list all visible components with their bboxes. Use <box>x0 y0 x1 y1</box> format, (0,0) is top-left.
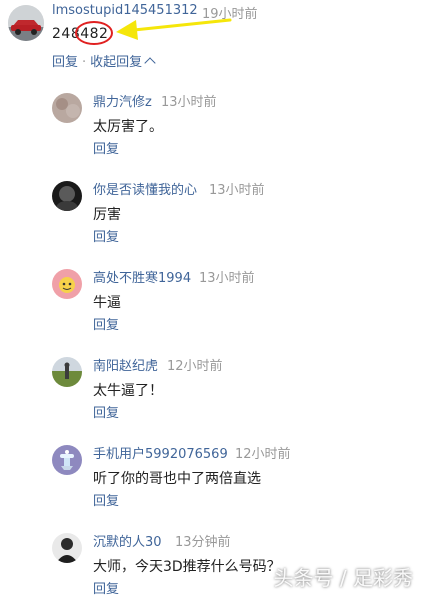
reply-username[interactable]: 沉默的人30 <box>93 531 162 550</box>
reply-item: 手机用户5992076569 12小时前 听了你的哥也中了两倍直选 回复 <box>0 432 423 520</box>
top-comment: lmsostupid145451312 19小时前 248482 回复 · 收起回复 <box>0 0 423 80</box>
reply-time: 13小时前 <box>209 183 265 198</box>
reply-avatar[interactable] <box>52 269 82 299</box>
reply-time: 13小时前 <box>161 95 217 110</box>
reply-text: 太厉害了。 <box>93 119 163 135</box>
watermark: 头条号 / 足彩秀 <box>273 566 413 590</box>
reply-username[interactable]: 手机用户5992076569 <box>93 443 228 462</box>
chevron-up-icon <box>144 57 156 69</box>
reply-username[interactable]: 鼎力汽修z <box>93 91 152 110</box>
comment-actions: 回复 · 收起回复 <box>52 51 156 70</box>
reply-avatar[interactable] <box>52 181 82 211</box>
reply-avatar[interactable] <box>52 93 82 123</box>
reply-time: 12小时前 <box>235 447 291 462</box>
collapse-replies-label: 收起回复 <box>90 55 143 70</box>
reply-username[interactable]: 南阳赵纪虎 <box>93 355 158 374</box>
reply-time: 12小时前 <box>167 359 223 374</box>
reply-button[interactable]: 回复 <box>52 55 78 70</box>
collapse-replies-button[interactable]: 收起回复 <box>90 55 156 70</box>
reply-text: 大师，今天3D推荐什么号码？ <box>93 559 281 575</box>
reply-username[interactable]: 你是否读懂我的心 <box>93 179 197 198</box>
reply-avatar[interactable] <box>52 445 82 475</box>
reply-item: 南阳赵纪虎 12小时前 太牛逼了！ 回复 <box>0 344 423 432</box>
reply-button[interactable]: 回复 <box>93 314 119 333</box>
reply-button[interactable]: 回复 <box>93 226 119 245</box>
yellow-arrow-annotation <box>116 18 232 40</box>
reply-button[interactable]: 回复 <box>93 578 119 597</box>
red-circle-annotation <box>75 21 113 45</box>
reply-text: 太牛逼了！ <box>93 383 163 399</box>
reply-item: 你是否读懂我的心 13小时前 厉害 回复 <box>0 168 423 256</box>
reply-time: 13小时前 <box>199 271 255 286</box>
reply-button[interactable]: 回复 <box>93 490 119 509</box>
reply-button[interactable]: 回复 <box>93 138 119 157</box>
reply-item: 高处不胜寒1994 13小时前 牛逼 回复 <box>0 256 423 344</box>
reply-item: 鼎力汽修z 13小时前 太厉害了。 回复 <box>0 80 423 168</box>
action-separator: · <box>82 55 87 70</box>
reply-text: 厉害 <box>93 207 121 223</box>
reply-avatar[interactable] <box>52 357 82 387</box>
reply-avatar[interactable] <box>52 533 82 563</box>
reply-text: 牛逼 <box>93 295 121 311</box>
reply-text: 听了你的哥也中了两倍直选 <box>93 471 261 487</box>
reply-button[interactable]: 回复 <box>93 402 119 421</box>
reply-time: 13分钟前 <box>175 535 231 550</box>
reply-username[interactable]: 高处不胜寒1994 <box>93 267 191 286</box>
user-avatar[interactable] <box>8 5 44 41</box>
